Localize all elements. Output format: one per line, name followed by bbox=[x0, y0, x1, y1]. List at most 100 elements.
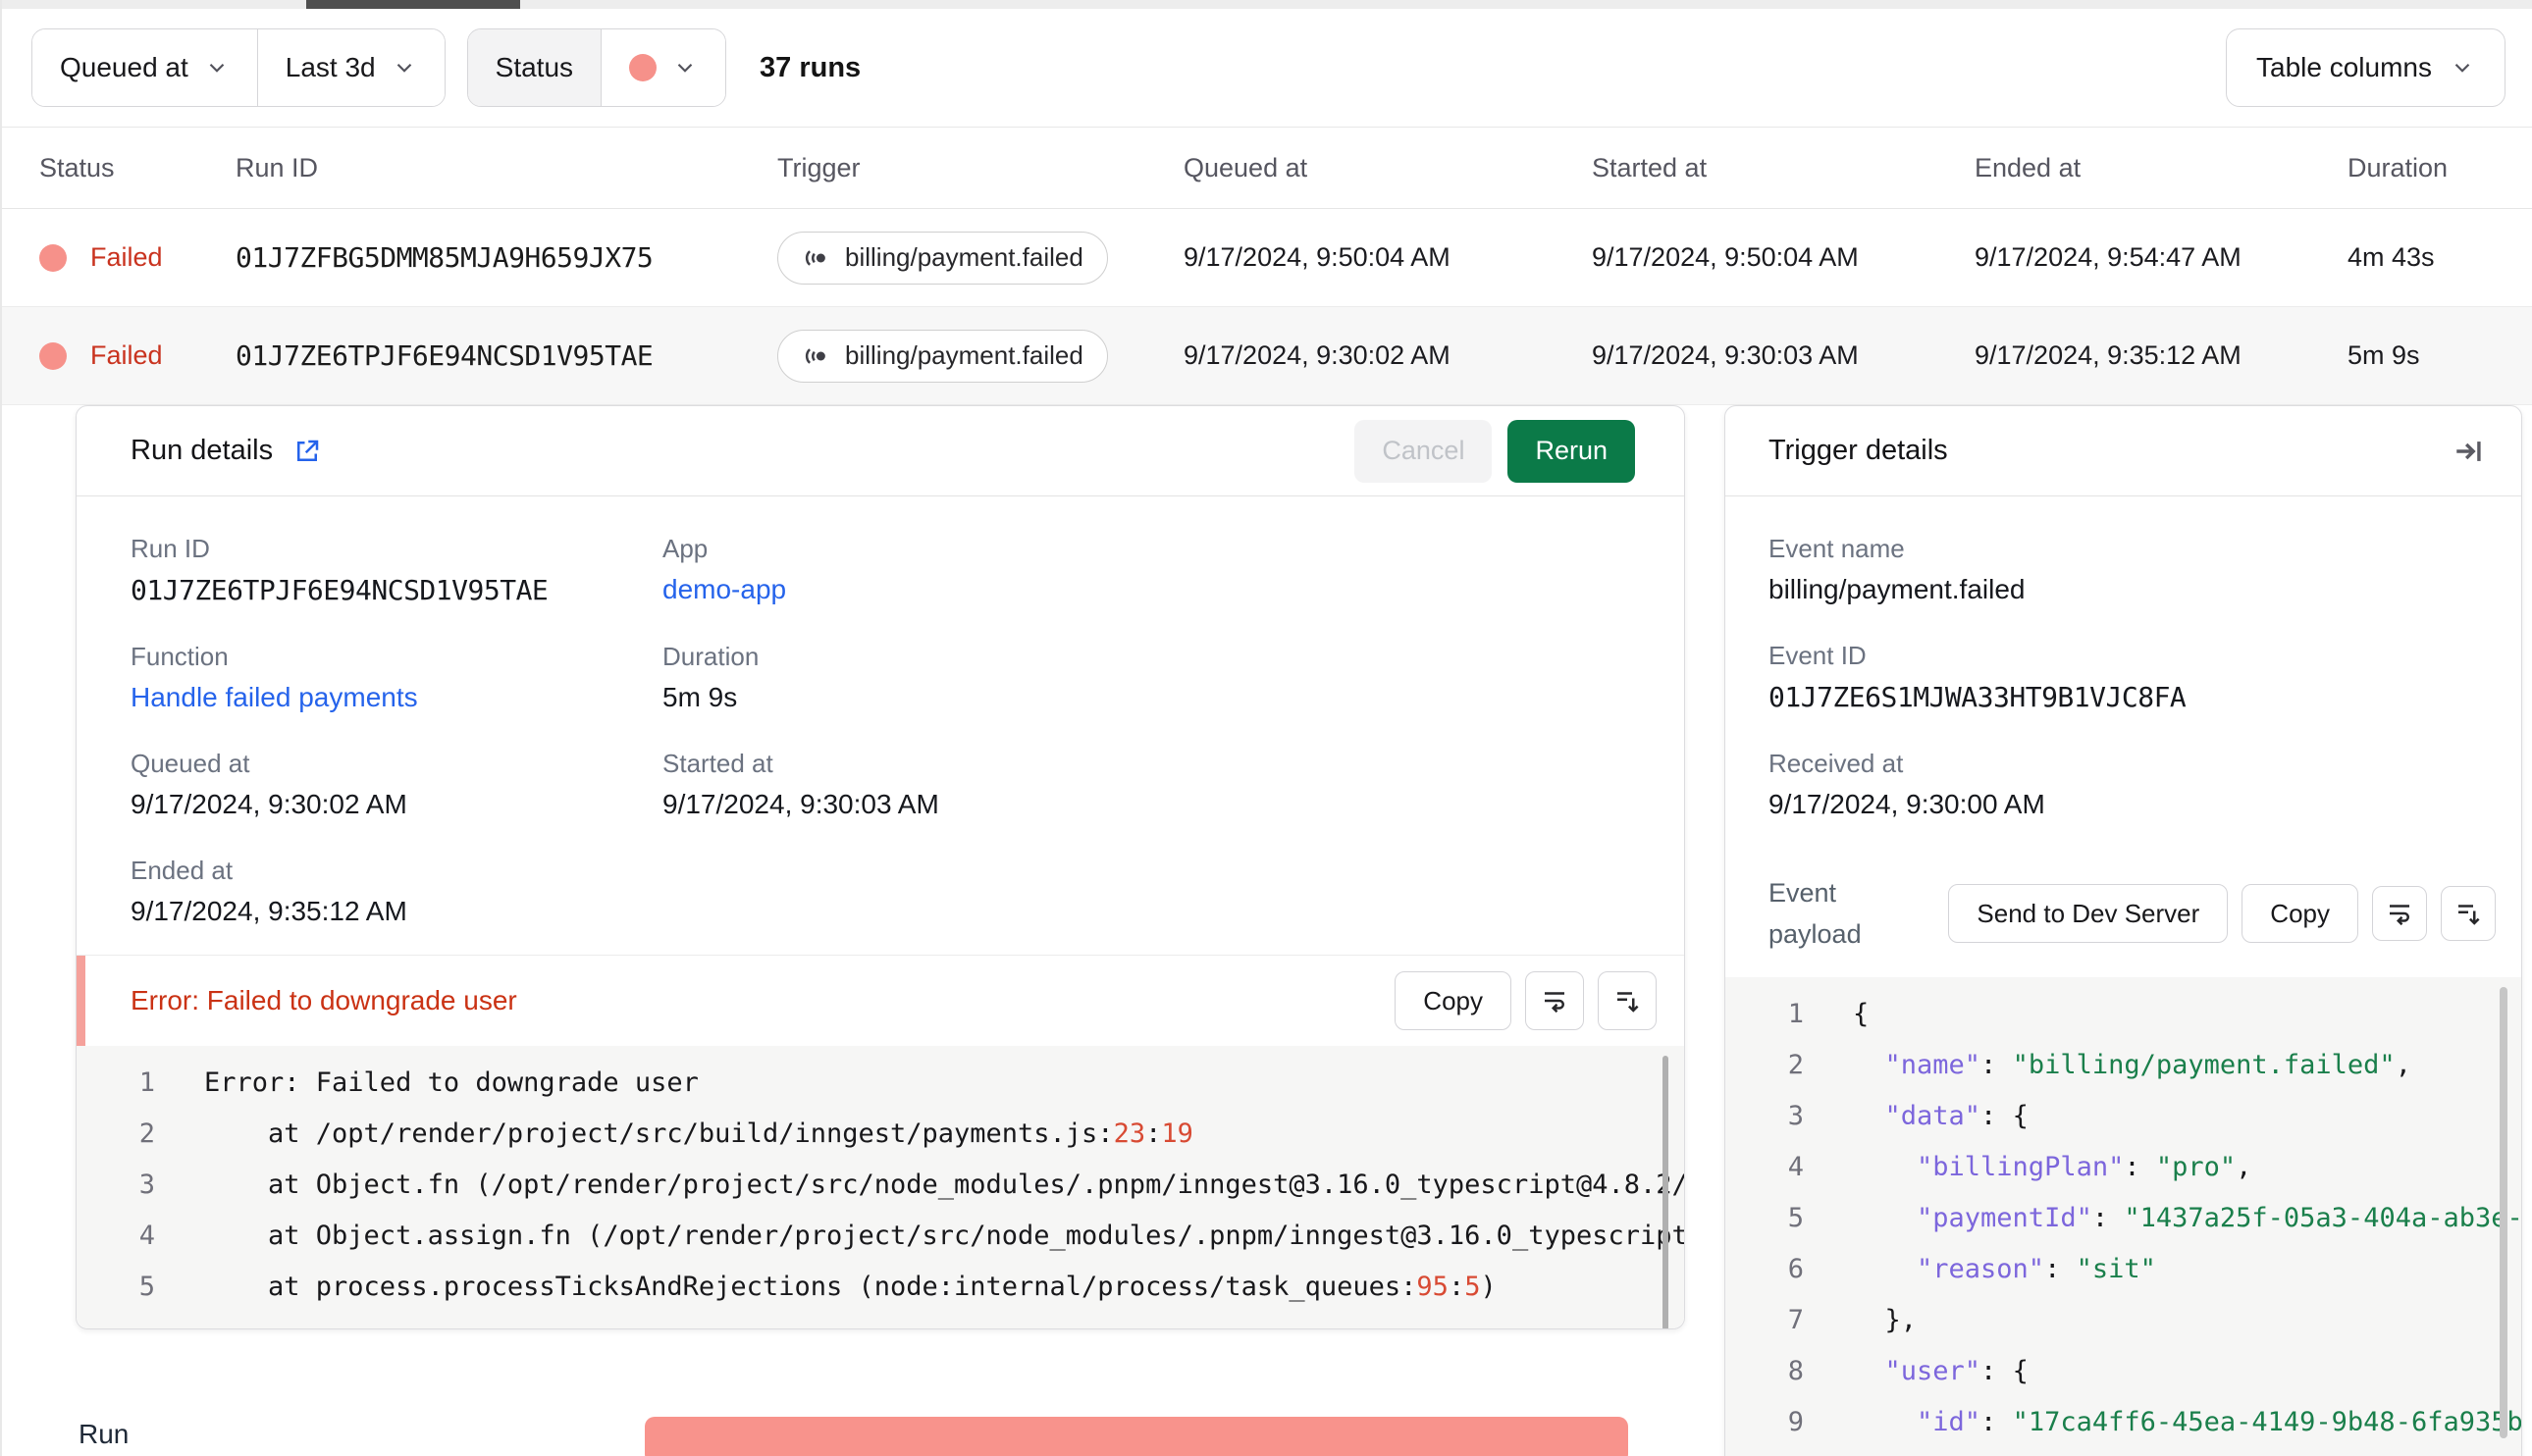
line-number: 4 bbox=[138, 1221, 155, 1251]
app-link[interactable]: demo-app bbox=[662, 574, 786, 604]
event-name-value: billing/payment.failed bbox=[1768, 574, 2026, 604]
field-filter-label: Queued at bbox=[60, 52, 188, 82]
stack-trace-line: 5 at process.processTicksAndRejections (… bbox=[77, 1262, 1684, 1313]
arrow-to-right-icon bbox=[2456, 441, 2481, 461]
function-link[interactable]: Handle failed payments bbox=[131, 682, 418, 712]
column-header-queued-at: Queued at bbox=[1184, 153, 1308, 182]
failed-status-dot-icon bbox=[39, 341, 67, 370]
horizontal-scrollbar-thumb[interactable] bbox=[306, 0, 520, 9]
event-id-value: 01J7ZE6S1MJWA33HT9B1VJC8FA bbox=[1768, 681, 2187, 713]
status-cell: Failed bbox=[39, 242, 236, 273]
trigger-event-badge[interactable]: billing/payment.failed bbox=[777, 231, 1108, 285]
trigger-event-name: billing/payment.failed bbox=[845, 340, 1083, 370]
column-header-started-at: Started at bbox=[1592, 153, 1708, 182]
stack-trace-block: 1 Error: Failed to downgrade user 2 at /… bbox=[77, 1046, 1684, 1328]
ended-at-value: 9/17/2024, 9:35:12 AM bbox=[1975, 340, 2242, 370]
run-timeline-label: Run bbox=[79, 1419, 130, 1449]
field-app: App demo-app bbox=[662, 534, 1630, 606]
copy-payload-button[interactable]: Copy bbox=[2242, 884, 2358, 943]
chevron-down-icon bbox=[396, 63, 411, 73]
error-title: Error: Failed to downgrade user bbox=[131, 985, 517, 1015]
table-columns-button[interactable]: Table columns bbox=[2226, 28, 2506, 107]
ended-at-value: 9/17/2024, 9:54:47 AM bbox=[1975, 242, 2242, 272]
runs-table: Status Run ID Trigger Queued at Started … bbox=[2, 129, 2532, 405]
list-arrow-down-icon bbox=[2458, 905, 2480, 925]
payload-line: 7 }, bbox=[1725, 1295, 2521, 1346]
table-columns-label: Table columns bbox=[2256, 52, 2432, 82]
payload-scrollbar-thumb[interactable] bbox=[2500, 987, 2507, 1438]
status-filter-value-button[interactable] bbox=[601, 29, 726, 106]
line-number: 3 bbox=[1787, 1101, 1804, 1131]
payload-line: 3 "data": { bbox=[1725, 1091, 2521, 1142]
field-received-at: Received at 9/17/2024, 9:30:00 AM bbox=[1768, 749, 2478, 820]
duration-value: 5m 9s bbox=[662, 682, 738, 712]
payload-line: 8 "user": { bbox=[1725, 1346, 2521, 1397]
queued-at-time-filter: Queued at Last 3d bbox=[31, 28, 446, 107]
line-number: 7 bbox=[1787, 1305, 1804, 1335]
send-to-dev-server-button[interactable]: Send to Dev Server bbox=[1948, 884, 2229, 943]
rerun-button[interactable]: Rerun bbox=[1507, 419, 1635, 483]
failed-status-dot-icon bbox=[629, 54, 658, 81]
runs-count: 37 runs bbox=[760, 51, 862, 83]
field-ended-at: Ended at 9/17/2024, 9:35:12 AM bbox=[131, 856, 662, 927]
line-number: 1 bbox=[138, 1067, 155, 1098]
run-actions: Cancel Rerun bbox=[1354, 419, 1657, 483]
copy-error-button[interactable]: Copy bbox=[1395, 971, 1511, 1030]
jump-to-bottom-button[interactable] bbox=[1598, 971, 1657, 1030]
run-details-header: Run details Cancel Rerun bbox=[77, 406, 1684, 496]
time-range-label: Last 3d bbox=[285, 52, 376, 82]
stack-trace-scrollbar-thumb[interactable] bbox=[1662, 1056, 1668, 1328]
horizontal-scrollbar[interactable] bbox=[2, 0, 2532, 9]
table-row[interactable]: Failed 01J7ZFBG5DMM85MJA9H659JX75 billin… bbox=[2, 209, 2532, 307]
run-details-fields: Run ID 01J7ZE6TPJF6E94NCSD1V95TAE App de… bbox=[77, 496, 1684, 927]
trigger-event-badge[interactable]: billing/payment.failed bbox=[777, 329, 1108, 383]
column-header-duration: Duration bbox=[2347, 153, 2449, 182]
table-header-row: Status Run ID Trigger Queued at Started … bbox=[2, 129, 2532, 209]
line-number: 2 bbox=[138, 1118, 155, 1149]
queued-at-value: 9/17/2024, 9:30:02 AM bbox=[1184, 340, 1451, 370]
started-at-value: 9/17/2024, 9:50:04 AM bbox=[1592, 242, 1859, 272]
time-range-filter-button[interactable]: Last 3d bbox=[256, 29, 445, 106]
stack-trace-line: 3 at Object.fn (/opt/render/project/src/… bbox=[77, 1160, 1684, 1211]
payload-line: 1 { bbox=[1725, 989, 2521, 1040]
external-link-icon[interactable] bbox=[292, 437, 322, 466]
line-number: 4 bbox=[1787, 1152, 1804, 1182]
field-function: Function Handle failed payments bbox=[131, 642, 662, 713]
word-wrap-icon bbox=[1545, 992, 1564, 1014]
word-wrap-button[interactable] bbox=[1525, 971, 1584, 1030]
line-number: 5 bbox=[138, 1272, 155, 1302]
field-filter-button[interactable]: Queued at bbox=[32, 29, 257, 106]
field-label: Started at bbox=[662, 749, 773, 778]
received-at-value: 9/17/2024, 9:30:00 AM bbox=[1768, 789, 2045, 819]
run-timeline: Run bbox=[2, 1413, 2532, 1456]
payload-line: 2 "name": "billing/payment.failed", bbox=[1725, 1040, 2521, 1091]
stack-trace-line: 4 at Object.assign.fn (/opt/render/proje… bbox=[77, 1211, 1684, 1262]
status-filter-button[interactable]: Status bbox=[467, 29, 602, 106]
toolbar: Queued at Last 3d Status 37 runs Table c… bbox=[2, 9, 2532, 128]
collapse-panel-button[interactable] bbox=[2453, 435, 2486, 468]
run-timeline-bar[interactable] bbox=[645, 1417, 1628, 1456]
failed-status-dot-icon bbox=[39, 243, 67, 272]
field-label: Event ID bbox=[1768, 641, 1867, 670]
line-number: 8 bbox=[1787, 1356, 1804, 1386]
word-wrap-button[interactable] bbox=[2372, 886, 2427, 941]
field-label: Ended at bbox=[131, 856, 234, 885]
field-label: Queued at bbox=[131, 749, 250, 778]
table-row-selected[interactable]: Failed 01J7ZE6TPJF6E94NCSD1V95TAE billin… bbox=[2, 307, 2532, 405]
line-number: 3 bbox=[138, 1170, 155, 1200]
cancel-button[interactable]: Cancel bbox=[1354, 419, 1493, 483]
line-number: 2 bbox=[1787, 1050, 1804, 1080]
started-at-value: 9/17/2024, 9:30:03 AM bbox=[662, 789, 939, 819]
field-duration: Duration 5m 9s bbox=[662, 642, 1630, 713]
column-header-ended-at: Ended at bbox=[1975, 153, 2082, 182]
payload-line: 4 "billingPlan": "pro", bbox=[1725, 1142, 2521, 1193]
run-id: 01J7ZE6TPJF6E94NCSD1V95TAE bbox=[236, 339, 654, 372]
line-number: 5 bbox=[1787, 1203, 1804, 1233]
status-filter-label: Status bbox=[495, 52, 574, 82]
field-run-id: Run ID 01J7ZE6TPJF6E94NCSD1V95TAE bbox=[131, 534, 662, 606]
trigger-fields: Event name billing/payment.failed Event … bbox=[1725, 496, 2521, 820]
jump-to-bottom-button[interactable] bbox=[2441, 886, 2496, 941]
field-label: Event name bbox=[1768, 534, 1905, 563]
status-cell: Failed bbox=[39, 340, 236, 371]
status-filter: Status bbox=[466, 28, 727, 107]
